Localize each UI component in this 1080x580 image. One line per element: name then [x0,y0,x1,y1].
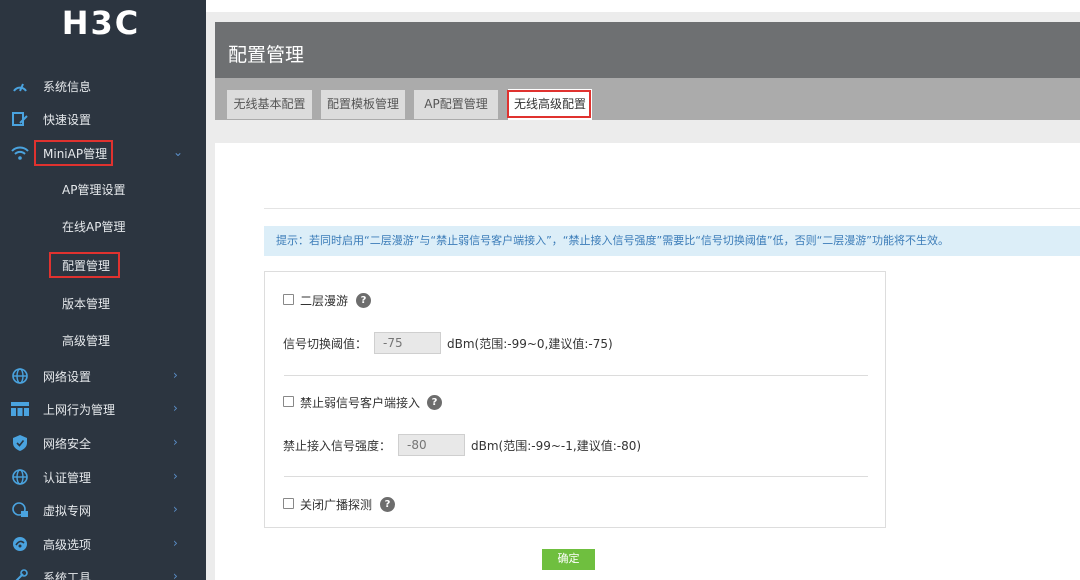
access-strength-input[interactable] [398,434,465,456]
page-title: 配置管理 [228,44,305,66]
tab-bar: 无线基本配置 配置模板管理 AP配置管理 无线高级配置 [215,78,1080,120]
sidebar-item-label: 认证管理 [43,471,92,485]
sidebar-item-label: 上网行为管理 [43,403,116,417]
globe-icon [11,368,29,384]
help-icon[interactable]: ? [427,395,442,410]
sidebar-item-quick-setup[interactable]: 快速设置 [0,104,206,134]
sidebar-subitem-label: 高级管理 [62,334,111,348]
roaming-label: 二层漫游 [300,294,349,308]
sidebar-item-label: 系统工具 [43,571,92,580]
top-strip [206,0,1080,12]
sidebar-item-advanced-options[interactable]: 高级选项 › [0,529,206,559]
switch-threshold-input[interactable] [374,332,441,354]
help-icon[interactable]: ? [356,293,371,308]
shield-icon [11,435,29,451]
confirm-button[interactable]: 确定 [542,549,595,570]
weak-client-label: 禁止弱信号客户端接入 [300,396,421,410]
switch-threshold-label: 信号切换阈值： [283,337,368,351]
chevron-down-icon: ⌄ [173,145,184,159]
sidebar-subitem-label: 在线AP管理 [62,220,126,234]
highlight-box [507,90,591,118]
roaming-checkbox[interactable] [283,294,294,305]
tab-wireless-basic[interactable]: 无线基本配置 [227,90,312,119]
sidebar-item-auth-mgmt[interactable]: 认证管理 › [0,462,206,492]
grid-icon [11,401,29,417]
tip-banner: 提示：若同时启用“二层漫游”与“禁止弱信号客户端接入”，“禁止接入信号强度”需要… [264,226,1080,256]
tab-ap-config[interactable]: AP配置管理 [414,90,498,119]
chevron-right-icon: › [173,469,178,483]
gauge-icon [11,78,29,94]
sidebar-item-network-settings[interactable]: 网络设置 › [0,361,206,391]
chevron-right-icon: › [173,536,178,550]
svg-text:H3C: H3C [62,4,141,42]
chevron-right-icon: › [173,401,178,415]
sidebar-item-system-info[interactable]: 系统信息 [0,71,206,101]
wrench-icon [11,569,29,580]
access-strength-label: 禁止接入信号强度： [283,439,392,453]
divider [264,208,1080,209]
sidebar-item-label: 系统信息 [43,80,92,94]
sidebar-item-label: 网络安全 [43,437,92,451]
globe-icon [11,469,29,485]
network-icon [11,502,29,518]
sidebar: H3C 系统信息 快速设置 MiniAP管理 ⌄ AP管理设置 在线AP管理 配… [0,0,206,580]
sidebar-item-vpn[interactable]: 虚拟专网 › [0,495,206,525]
page-header: 配置管理 [215,22,1080,78]
access-strength-unit: dBm(范围:-99~-1,建议值:-80) [471,439,642,453]
tab-template-mgmt[interactable]: 配置模板管理 [321,90,405,119]
sidebar-item-label: 快速设置 [43,113,92,127]
highlight-box [34,140,113,166]
help-icon[interactable]: ? [380,497,395,512]
edit-icon [11,111,29,127]
sidebar-item-label: 高级选项 [43,538,92,552]
chevron-right-icon: › [173,368,178,382]
sidebar-item-network-security[interactable]: 网络安全 › [0,428,206,458]
h3c-logo: H3C [62,4,141,42]
sidebar-subitem-label: AP管理设置 [62,183,126,197]
sidebar-subitem-label: 版本管理 [62,297,111,311]
sidebar-subitem-version[interactable]: 版本管理 [0,288,206,318]
section-divider [284,375,868,376]
chevron-right-icon: › [173,435,178,449]
switch-threshold-unit: dBm(范围:-99~0,建议值:-75) [447,337,613,351]
sidebar-subitem-advanced-mgmt[interactable]: 高级管理 [0,325,206,355]
sidebar-subitem-online-ap[interactable]: 在线AP管理 [0,211,206,241]
section-divider [284,476,868,477]
wifi-icon [11,145,29,161]
broadcast-probe-label: 关闭广播探测 [300,498,373,512]
highlight-box [49,252,120,278]
sidebar-item-behavior-mgmt[interactable]: 上网行为管理 › [0,394,206,424]
sidebar-item-label: 网络设置 [43,370,92,384]
weak-client-checkbox[interactable] [283,396,294,407]
broadcast-probe-checkbox[interactable] [283,498,294,509]
sidebar-subitem-ap-settings[interactable]: AP管理设置 [0,174,206,204]
chevron-right-icon: › [173,569,178,580]
chevron-right-icon: › [173,502,178,516]
settings-icon [11,536,29,552]
sidebar-item-system-tools[interactable]: 系统工具 › [0,562,206,580]
sidebar-item-label: 虚拟专网 [43,504,92,518]
